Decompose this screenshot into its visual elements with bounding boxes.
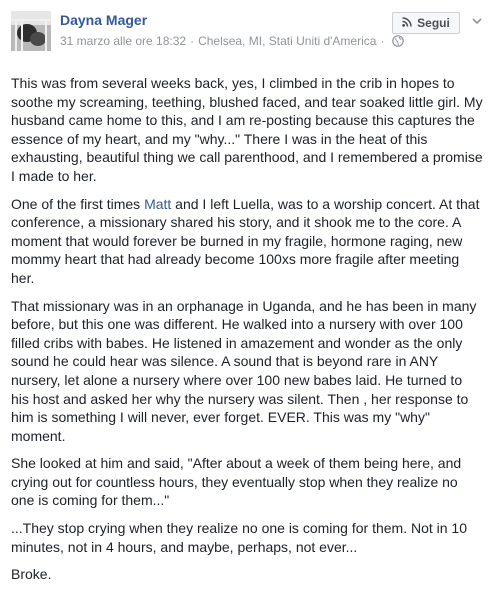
post-paragraph-3: That missionary was in an orphanage in U… <box>11 297 477 444</box>
post-date[interactable]: 31 marzo alle ore 18:32 <box>60 34 186 48</box>
post-header: Dayna Mager 31 marzo alle ore 18:32 · Chel… <box>0 0 492 64</box>
paragraph-2-text-a: One of the first times <box>11 195 145 212</box>
post-location[interactable]: Chelsea, MI, Stati Uniti d'America <box>198 34 376 48</box>
post-body: This was from several weeks back, yes, I… <box>11 74 483 593</box>
meta-separator-2: · <box>380 34 385 48</box>
post-paragraph-4: She looked at him and said, "After about… <box>11 455 462 509</box>
post-paragraph-1: This was from several weeks back, yes, I… <box>11 75 483 184</box>
post-paragraph-6: Broke. <box>11 566 52 583</box>
post-paragraph-2: One of the first times Matt and I left L… <box>11 195 483 288</box>
follow-button[interactable]: Segui <box>392 12 460 34</box>
chevron-down-icon[interactable] <box>470 14 484 28</box>
rss-icon <box>402 16 412 30</box>
meta-separator: · <box>190 34 195 48</box>
tagged-user-link[interactable]: Matt <box>144 196 171 212</box>
post-paragraph-5: ...They stop crying when they realize no… <box>11 520 468 555</box>
follow-label: Segui <box>417 16 450 30</box>
post-meta: 31 marzo alle ore 18:32 · Chelsea, MI, Sta… <box>60 34 405 50</box>
globe-icon <box>392 35 405 50</box>
avatar[interactable] <box>11 11 51 51</box>
author-name[interactable]: Dayna Mager <box>60 12 147 28</box>
facebook-post: Dayna Mager 31 marzo alle ore 18:32 · Chel… <box>0 0 492 585</box>
